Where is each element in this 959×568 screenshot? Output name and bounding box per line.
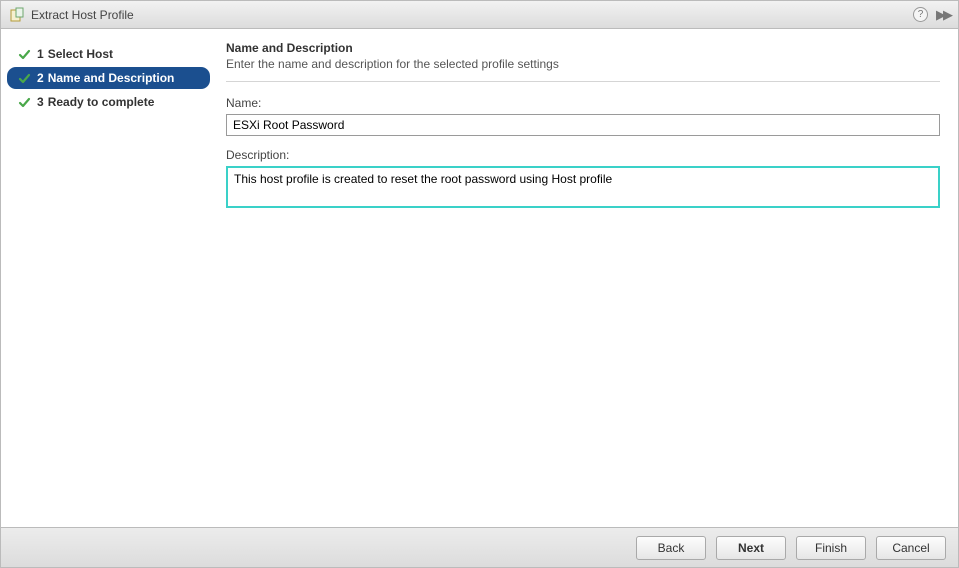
name-field-row: Name: <box>226 96 940 136</box>
main-area: 1 Select Host 2 Name and Description 3 R… <box>1 29 958 527</box>
description-label: Description: <box>226 148 940 162</box>
step-label: Select Host <box>48 47 113 61</box>
cancel-button[interactable]: Cancel <box>876 536 946 560</box>
back-button[interactable]: Back <box>636 536 706 560</box>
expand-icon[interactable]: ▶▶ <box>936 7 950 23</box>
host-profile-icon <box>9 7 25 23</box>
check-icon <box>17 95 31 109</box>
step-number: 2 <box>37 71 44 85</box>
description-field-row: Description: <box>226 148 940 211</box>
step-label: Name and Description <box>48 71 175 85</box>
name-label: Name: <box>226 96 940 110</box>
wizard-steps-sidebar: 1 Select Host 2 Name and Description 3 R… <box>1 29 216 527</box>
step-ready-to-complete[interactable]: 3 Ready to complete <box>7 91 210 113</box>
finish-button[interactable]: Finish <box>796 536 866 560</box>
divider <box>226 81 940 82</box>
step-label: Ready to complete <box>48 95 155 109</box>
step-number: 1 <box>37 47 44 61</box>
description-input[interactable] <box>226 166 940 208</box>
step-number: 3 <box>37 95 44 109</box>
content-header: Name and Description Enter the name and … <box>226 41 940 71</box>
titlebar: Extract Host Profile ? ▶▶ <box>1 1 958 29</box>
step-name-and-description[interactable]: 2 Name and Description <box>7 67 210 89</box>
name-input[interactable] <box>226 114 940 136</box>
check-icon <box>17 47 31 61</box>
help-icon[interactable]: ? <box>913 7 928 22</box>
wizard-footer: Back Next Finish Cancel <box>1 527 958 567</box>
content-heading: Name and Description <box>226 41 940 55</box>
next-button[interactable]: Next <box>716 536 786 560</box>
titlebar-actions: ? ▶▶ <box>913 7 950 23</box>
content-subheading: Enter the name and description for the s… <box>226 57 940 71</box>
check-icon <box>17 71 31 85</box>
step-select-host[interactable]: 1 Select Host <box>7 43 210 65</box>
window-title: Extract Host Profile <box>31 8 913 22</box>
content-panel: Name and Description Enter the name and … <box>216 29 958 527</box>
